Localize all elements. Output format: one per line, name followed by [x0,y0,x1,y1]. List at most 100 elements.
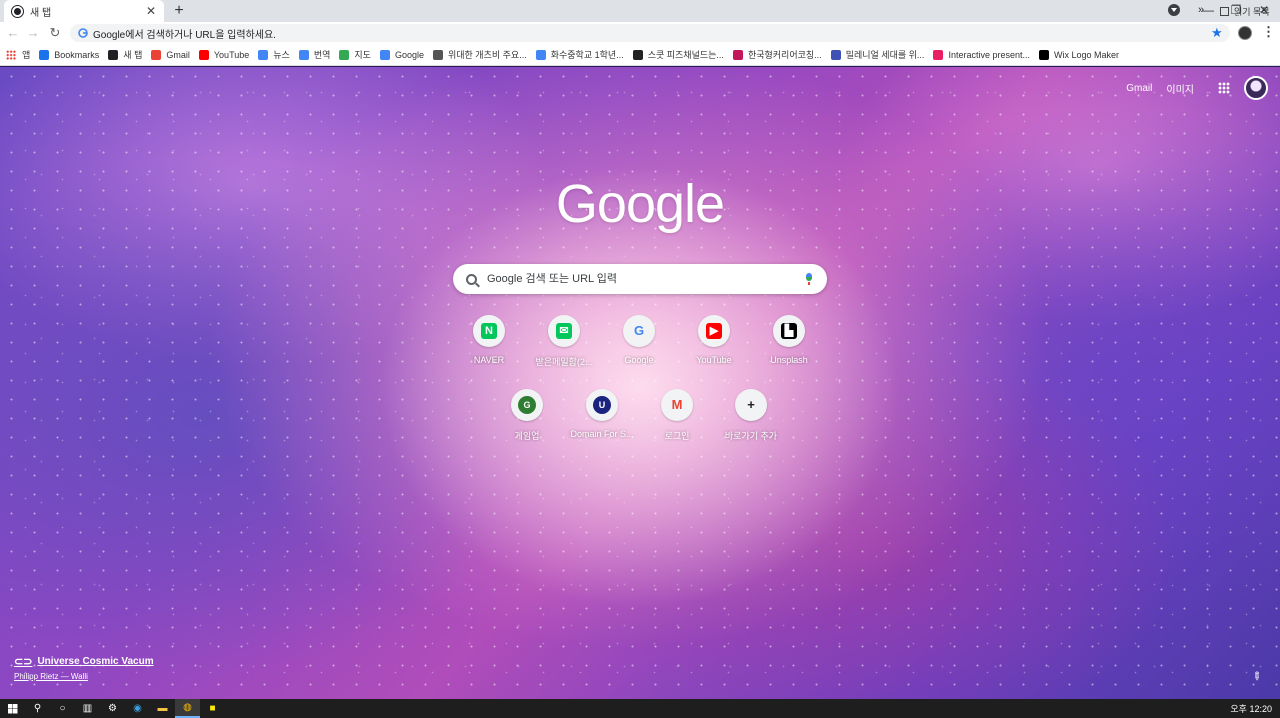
link-icon: ⊂⊃ [14,656,33,668]
bookmark-label: 스쿳 피즈채널드는... [647,50,724,60]
bookmark-label: 밀레니얼 세대를 위... [845,50,925,60]
tile-icon-circle: N [473,315,505,347]
game-icon: G [518,396,536,414]
cortana-icon[interactable]: ○ [50,699,75,718]
naver-icon: N [481,323,497,339]
gmail-link[interactable]: Gmail [1126,83,1152,94]
profile-avatar[interactable] [1238,26,1252,40]
star-icon [39,49,50,60]
bookmark-label: 한국형커리어코칭... [747,50,822,60]
new-tab-button[interactable]: + [172,2,186,20]
bookmarks-overflow-icon[interactable]: » [1198,4,1204,16]
bookmark-item[interactable]: Google [379,49,424,60]
bookmark-item[interactable]: 새 탭 [108,48,142,61]
bookmark-item[interactable]: Wix Logo Maker [1038,49,1119,60]
edge-icon[interactable]: ◉ [125,699,150,718]
attribution-title: Universe Cosmic Vacum [37,656,154,667]
tile-icon-circle: G [511,389,543,421]
bookmark-label: YouTube [213,49,250,60]
bookmark-star-icon[interactable]: ★ [1211,25,1223,41]
reload-button[interactable]: ↻ [46,24,64,42]
account-avatar[interactable] [1244,76,1268,100]
omnibox[interactable]: Google에서 검색하거나 URL을 입력하세요. [70,24,1230,42]
back-button[interactable]: ← [4,24,22,42]
tab-search-icon[interactable] [1168,4,1180,16]
bookmark-item[interactable]: 한국형커리어코칭... [732,48,822,61]
site-icon [933,49,944,60]
search-input[interactable] [487,273,805,285]
tile-icon-circle: U [586,389,618,421]
tile-icon-circle: G [623,315,655,347]
bookmark-label: 위대한 개츠비 주요... [447,50,527,60]
google-logo: Google [555,174,725,234]
google-icon [535,49,546,60]
wix-icon [1038,49,1049,60]
translate-icon [298,49,309,60]
file-explorer-icon[interactable]: ▬ [150,699,175,718]
mail-icon: ✉ [556,323,572,339]
omnibox-placeholder: Google에서 검색하거나 URL을 입력하세요. [93,29,276,41]
bookmark-item[interactable]: 지도 [339,48,371,61]
start-button[interactable] [0,699,25,718]
tile-icon-circle: ▙ [773,315,805,347]
qr-icon [632,49,643,60]
task-view-icon[interactable]: ▥ [75,699,100,718]
google-icon: G [633,323,645,338]
add-icon: + [747,397,755,412]
site-icon [732,49,743,60]
bookmark-label: 지도 [354,50,371,60]
shortcut-tile[interactable]: ▙ Unsplash [744,315,834,365]
attribution-link[interactable]: ⊂⊃ Universe Cosmic Vacum [14,655,154,668]
tab-close-icon[interactable]: ✕ [146,4,156,18]
google-icon [379,49,390,60]
toolbar: ← → ↻ Google에서 검색하거나 URL을 입력하세요. ★ ⋮ [0,22,1280,44]
chrome-taskbar-icon[interactable]: ◍ [175,699,200,718]
search-icon [466,273,477,285]
apps-launcher-icon[interactable] [1218,82,1230,94]
search-taskbar-icon[interactable]: ⚲ [25,699,50,718]
tab-strip: 새 탭 ✕ + — ❐ ✕ [0,0,1280,22]
bookmark-item[interactable]: Bookmarks [39,49,99,60]
link-icon [432,49,443,60]
search-box[interactable] [453,264,827,294]
domain-icon: U [593,396,611,414]
shortcut-label: Unsplash [770,355,808,365]
bookmark-item[interactable]: 스쿳 피즈채널드는... [632,48,724,61]
forward-button[interactable]: → [24,24,42,42]
bookmark-item[interactable]: YouTube [198,49,250,60]
images-link[interactable]: 이미지 [1166,81,1194,96]
reading-list-button[interactable]: 읽기 목록 [1220,5,1270,18]
unsplash-icon: ▙ [781,323,797,339]
tile-icon-circle: + [735,389,767,421]
tile-icon-circle: M [661,389,693,421]
google-icon [78,28,88,38]
windows-logo-icon [7,703,18,714]
microphone-icon[interactable] [805,273,813,285]
bookmark-item[interactable]: Gmail [151,49,190,60]
add-shortcut-tile[interactable]: + 바로가기 추가 [706,389,796,442]
bookmark-item[interactable]: 앱 [6,48,30,61]
bookmark-item[interactable]: 화수중학교 1학년... [535,48,624,61]
tile-icon-circle: ✉ [548,315,580,347]
gmail-icon [151,49,162,60]
bookmark-item[interactable]: Interactive present... [933,49,1030,60]
bookmark-item[interactable]: 뉴스 [258,48,290,61]
menu-icon[interactable]: ⋮ [1262,24,1275,40]
kakaotalk-icon[interactable]: ■ [200,699,225,718]
settings-icon[interactable]: ⚙ [100,699,125,718]
bookmark-label: 번역 [313,50,331,60]
new-tab-page: Gmail 이미지 Google NNAVER✉받은메일함(2...GGoogl… [0,67,1280,699]
bookmark-item[interactable]: 번역 [298,48,331,61]
bookmark-item[interactable]: 위대한 개츠비 주요... [432,48,527,61]
youtube-icon [198,49,209,60]
bookmarks-bar: 앱 Bookmarks 새 탭 Gmail YouTube 뉴스 번역 지도 Google 위대한… [0,44,1280,66]
reading-list-label: 읽기 목록 [1234,7,1270,17]
bookmark-label: 화수중학교 1학년... [550,50,624,60]
tile-icon-circle: ▶ [698,315,730,347]
tab-new-tab[interactable]: 새 탭 ✕ [4,0,164,22]
apps-icon [6,49,16,60]
attribution-author[interactable]: Philipp Rietz — Walli [14,672,154,681]
news-icon [258,49,269,60]
chrome-icon [12,5,23,17]
bookmark-item[interactable]: 밀레니얼 세대를 위... [830,48,925,61]
